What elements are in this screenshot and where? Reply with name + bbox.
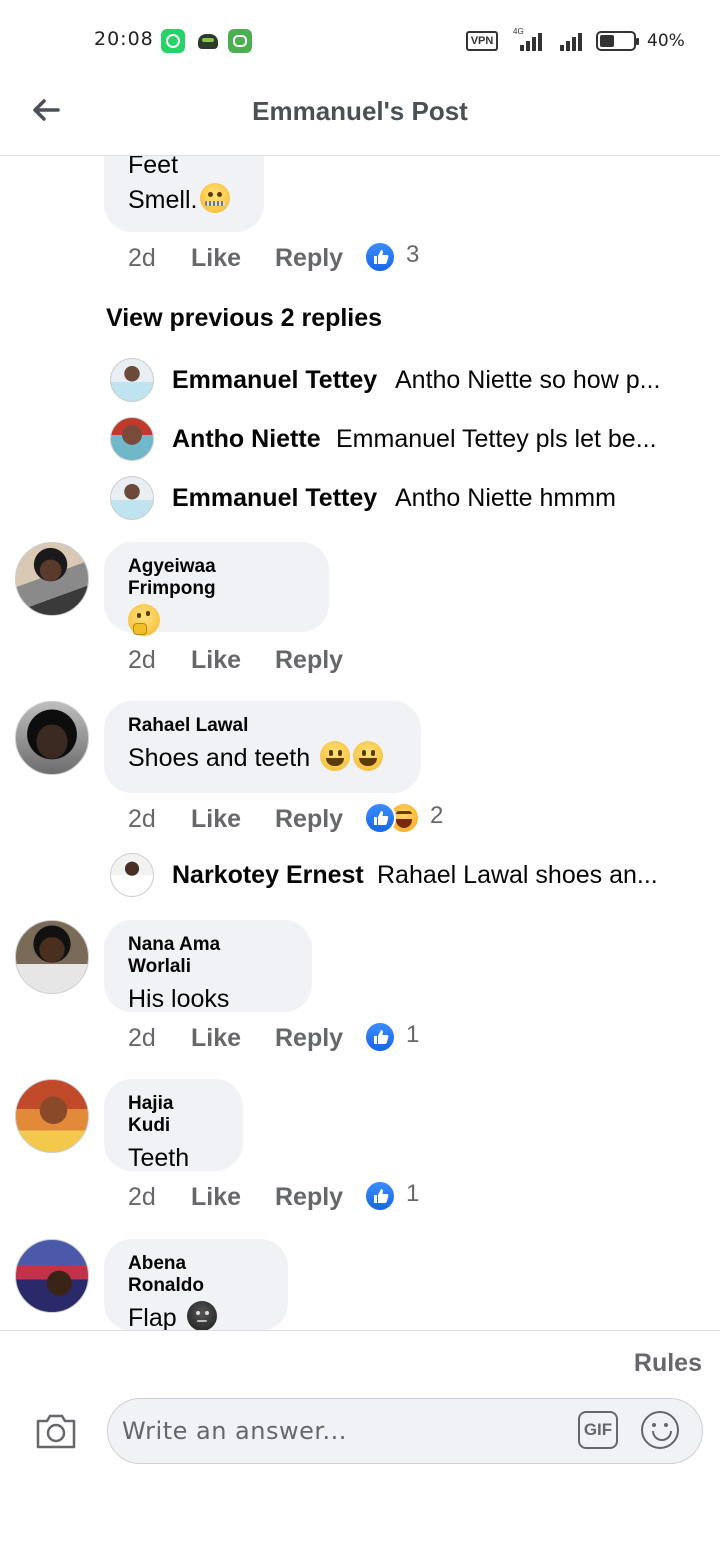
- reply-button[interactable]: Reply: [275, 244, 343, 273]
- avatar[interactable]: [15, 1239, 89, 1313]
- reply-row[interactable]: Emmanuel Tettey Antho Niette hmmm: [110, 476, 700, 522]
- reaction-count: 1: [406, 1180, 420, 1207]
- comment-author[interactable]: Abena Ronaldo: [128, 1253, 264, 1297]
- reaction-count: 2: [430, 802, 444, 829]
- reply-row[interactable]: Emmanuel Tettey Antho Niette so how p...: [110, 358, 700, 404]
- like-button[interactable]: Like: [191, 646, 241, 675]
- avatar[interactable]: [110, 417, 154, 461]
- thinking-emoji-icon: [128, 604, 160, 636]
- comment-bubble[interactable]: Abena Ronaldo Flap: [104, 1239, 288, 1330]
- zipper-mouth-emoji-icon: [200, 183, 231, 213]
- reply-button[interactable]: Reply: [275, 1024, 343, 1053]
- avatar[interactable]: [110, 853, 154, 897]
- grinning-emoji-icon: [353, 741, 384, 771]
- owl-app-icon: [196, 29, 220, 53]
- comment-time: 2d: [128, 244, 156, 272]
- reply-author[interactable]: Emmanuel Tettey: [172, 484, 377, 513]
- comment-bubble[interactable]: Feet Smell.: [104, 156, 264, 232]
- reply-row[interactable]: Antho Niette Emmanuel Tettey pls let be.…: [110, 417, 700, 463]
- robot-app-icon: [228, 29, 252, 53]
- reply-button[interactable]: Reply: [275, 805, 343, 834]
- avatar[interactable]: [110, 358, 154, 402]
- battery-icon: [596, 31, 639, 51]
- comment-author[interactable]: Agyeiwaa Frimpong: [128, 556, 305, 600]
- status-bar: 20:08 VPN 4G 40%: [0, 0, 720, 80]
- avatar[interactable]: [15, 542, 89, 616]
- like-reaction-icon: [364, 241, 396, 273]
- page-title: Emmanuel's Post: [252, 96, 468, 126]
- avatar[interactable]: [110, 476, 154, 520]
- like-reaction-icon: [364, 802, 396, 834]
- status-time: 20:08: [94, 28, 154, 50]
- comment-author[interactable]: Nana Ama Worlali: [128, 934, 288, 978]
- reply-author[interactable]: Emmanuel Tettey: [172, 366, 377, 395]
- comment-text-line: Smell.: [128, 183, 240, 218]
- like-button[interactable]: Like: [191, 1183, 241, 1212]
- comment-text: [128, 604, 305, 641]
- comment-bubble[interactable]: Nana Ama Worlali His looks: [104, 920, 312, 1013]
- reaction-count: 1: [406, 1021, 420, 1048]
- like-button[interactable]: Like: [191, 244, 241, 273]
- like-button[interactable]: Like: [191, 1024, 241, 1053]
- avatar[interactable]: [15, 920, 89, 994]
- reaction-count: 3: [406, 241, 420, 268]
- comment-text-line: Feet: [128, 156, 179, 179]
- comment-text: Shoes and teeth: [128, 741, 397, 776]
- comment-text: Teeth: [128, 1144, 190, 1172]
- like-reaction-icon: [364, 1021, 396, 1053]
- reply-text: Emmanuel Tettey pls let be...: [336, 425, 657, 453]
- comment-text: Flap: [128, 1301, 264, 1330]
- comment-composer: Rules GIF: [0, 1330, 720, 1560]
- comment-time: 2d: [128, 646, 156, 674]
- grinning-emoji-icon: [320, 741, 351, 771]
- comments-feed[interactable]: Feet Smell. 2d Like Reply 3 View previou…: [0, 156, 720, 1330]
- reply-text: Rahael Lawal shoes an...: [377, 861, 658, 889]
- avatar[interactable]: [15, 1079, 89, 1153]
- comment-author[interactable]: Rahael Lawal: [128, 715, 397, 737]
- reply-button[interactable]: Reply: [275, 646, 343, 675]
- view-previous-replies-link[interactable]: View previous 2 replies: [106, 304, 382, 333]
- reply-row[interactable]: Narkotey Ernest Rahael Lawal shoes an...: [110, 853, 700, 899]
- rules-link[interactable]: Rules: [634, 1349, 702, 1378]
- comment-time: 2d: [128, 805, 156, 833]
- emoji-picker-icon[interactable]: [641, 1411, 679, 1449]
- comment-bubble[interactable]: Hajia Kudi Teeth: [104, 1079, 243, 1172]
- signal-icon: [558, 31, 592, 51]
- avatar[interactable]: [15, 701, 89, 775]
- like-button[interactable]: Like: [191, 805, 241, 834]
- gif-button[interactable]: GIF: [578, 1411, 618, 1449]
- camera-icon: [36, 1414, 76, 1449]
- vpn-icon: VPN: [466, 31, 498, 51]
- comment-time: 2d: [128, 1024, 156, 1052]
- reply-text: Antho Niette hmmm: [395, 484, 616, 512]
- comment-time: 2d: [128, 1183, 156, 1211]
- reply-author[interactable]: Narkotey Ernest: [172, 861, 364, 890]
- comment-bubble[interactable]: Agyeiwaa Frimpong: [104, 542, 329, 636]
- comment-author[interactable]: Hajia Kudi: [128, 1093, 219, 1137]
- comment-text: His looks: [128, 985, 230, 1013]
- reply-button[interactable]: Reply: [275, 1183, 343, 1212]
- like-reaction-icon: [364, 1180, 396, 1212]
- comment-bubble[interactable]: Rahael Lawal Shoes and teeth: [104, 701, 421, 793]
- post-header: Emmanuel's Post: [0, 80, 720, 156]
- whatsapp-icon: [161, 29, 185, 53]
- dark-face-emoji-icon: [186, 1301, 217, 1330]
- signal-icon: [512, 31, 546, 51]
- reply-author[interactable]: Antho Niette: [172, 425, 321, 454]
- reply-text: Antho Niette so how p...: [395, 366, 661, 394]
- camera-button[interactable]: [34, 1411, 78, 1451]
- battery-percent: 40%: [647, 31, 685, 51]
